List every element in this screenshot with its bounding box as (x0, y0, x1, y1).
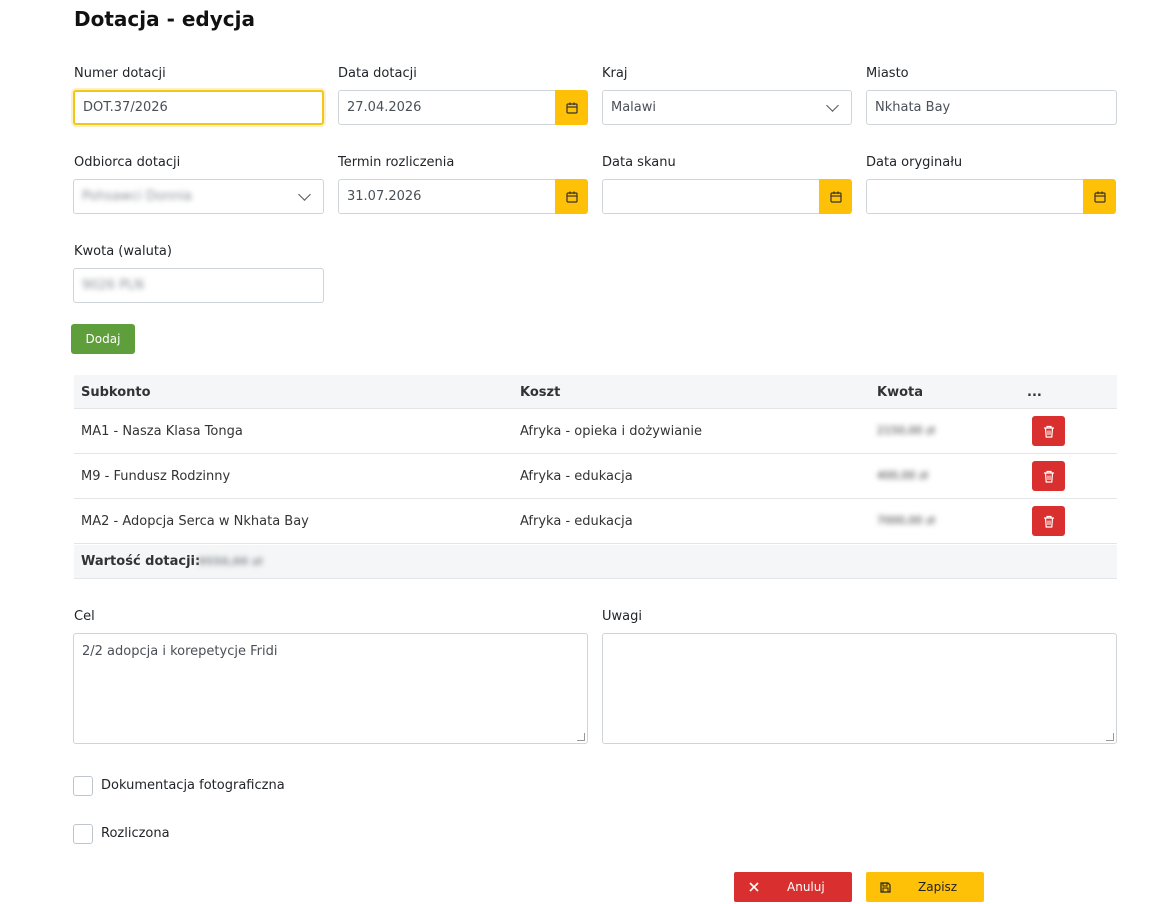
cel-textarea[interactable]: 2/2 adopcja i korepetycje Fridi (73, 633, 588, 744)
miasto-label: Miasto (866, 66, 909, 81)
uwagi-label: Uwagi (602, 609, 642, 624)
delete-row-button[interactable] (1032, 506, 1065, 536)
data-dotacji-value: 27.04.2026 (347, 100, 422, 115)
delete-row-button[interactable] (1032, 461, 1065, 491)
table-summary: Wartość dotacji: 9550,00 zł (74, 545, 1117, 579)
numer-dotacji-input[interactable]: DOT.37/2026 (73, 90, 324, 125)
data-oryginalu-calendar-button[interactable] (1083, 179, 1116, 214)
kraj-label: Kraj (602, 66, 628, 81)
column-header-koszt: Koszt (520, 385, 561, 400)
data-dotacji-calendar-button[interactable] (555, 90, 588, 125)
kwota-label: Kwota (waluta) (74, 244, 172, 259)
column-header-actions: ... (1027, 385, 1042, 400)
resize-handle-icon[interactable] (577, 733, 585, 741)
chevron-down-icon (826, 98, 839, 112)
kraj-value: Malawi (611, 100, 657, 115)
dokumentacja-label: Dokumentacja fotograficzna (101, 778, 285, 793)
data-dotacji-label: Data dotacji (338, 66, 417, 81)
data-skanu-calendar-button[interactable] (819, 179, 852, 214)
calendar-icon (565, 102, 578, 114)
kraj-select[interactable]: Malawi (602, 90, 852, 125)
table-row: MA2 - Adopcja Serca w Nkhata Bay Afryka … (74, 499, 1117, 544)
kwota-value: 9026 PLN (82, 278, 145, 293)
numer-dotacji-value: DOT.37/2026 (83, 100, 168, 115)
data-skanu-label: Data skanu (602, 155, 676, 170)
trash-icon (1043, 470, 1054, 483)
odbiorca-select[interactable]: Pohsawci Donnia (73, 179, 324, 214)
cell-koszt: Afryka - edukacja (520, 469, 633, 484)
column-header-kwota: Kwota (877, 385, 924, 400)
data-oryginalu-label: Data oryginału (866, 155, 963, 170)
miasto-input[interactable]: Nkhata Bay (866, 90, 1117, 125)
chevron-down-icon (298, 187, 311, 201)
cel-label: Cel (74, 609, 95, 624)
add-button[interactable]: Dodaj (71, 324, 135, 354)
data-dotacji-input[interactable]: 27.04.2026 (338, 90, 556, 125)
delete-row-button[interactable] (1032, 416, 1065, 446)
calendar-icon (829, 191, 842, 203)
save-label: Zapisz (918, 880, 958, 894)
uwagi-textarea[interactable] (602, 633, 1117, 744)
summary-value: 9550,00 zł (198, 555, 263, 568)
odbiorca-value: Pohsawci Donnia (82, 189, 192, 204)
save-icon (880, 881, 891, 893)
rozliczona-label: Rozliczona (101, 826, 170, 841)
termin-rozliczenia-input[interactable]: 31.07.2026 (338, 179, 556, 214)
data-oryginalu-input[interactable] (866, 179, 1084, 214)
summary-label: Wartość dotacji: (81, 554, 201, 569)
trash-icon (1043, 425, 1054, 438)
save-button[interactable]: Zapisz (866, 872, 984, 902)
cell-koszt: Afryka - edukacja (520, 514, 633, 529)
resize-handle-icon[interactable] (1106, 733, 1114, 741)
cell-koszt: Afryka - opieka i dożywianie (520, 424, 703, 439)
cell-kwota: 400,00 zł (877, 469, 928, 482)
cell-kwota: 2150,00 zł (877, 424, 935, 437)
close-icon (749, 882, 759, 892)
cel-value: 2/2 adopcja i korepetycje Fridi (82, 644, 278, 659)
dokumentacja-checkbox[interactable] (73, 776, 93, 796)
cell-subkonto: MA1 - Nasza Klasa Tonga (81, 424, 243, 439)
miasto-value: Nkhata Bay (875, 100, 951, 115)
cancel-label: Anuluj (787, 880, 825, 894)
data-skanu-input[interactable] (602, 179, 820, 214)
rozliczona-checkbox[interactable] (73, 824, 93, 844)
termin-rozliczenia-label: Termin rozliczenia (338, 155, 455, 170)
termin-rozliczenia-value: 31.07.2026 (347, 189, 422, 204)
cell-subkonto: M9 - Fundusz Rodzinny (81, 469, 231, 484)
table-row: M9 - Fundusz Rodzinny Afryka - edukacja … (74, 454, 1117, 499)
table-header: Subkonto Koszt Kwota ... (74, 375, 1117, 409)
column-header-subkonto: Subkonto (81, 385, 151, 400)
termin-rozliczenia-calendar-button[interactable] (555, 179, 588, 214)
calendar-icon (1093, 191, 1106, 203)
kwota-input[interactable]: 9026 PLN (73, 268, 324, 303)
table-row: MA1 - Nasza Klasa Tonga Afryka - opieka … (74, 409, 1117, 454)
page-title: Dotacja - edycja (74, 7, 255, 31)
cell-subkonto: MA2 - Adopcja Serca w Nkhata Bay (81, 514, 309, 529)
cell-kwota: 7000,00 zł (877, 514, 935, 527)
odbiorca-label: Odbiorca dotacji (74, 155, 181, 170)
calendar-icon (565, 191, 578, 203)
numer-dotacji-label: Numer dotacji (74, 66, 166, 81)
cancel-button[interactable]: Anuluj (734, 872, 852, 902)
trash-icon (1043, 515, 1054, 528)
